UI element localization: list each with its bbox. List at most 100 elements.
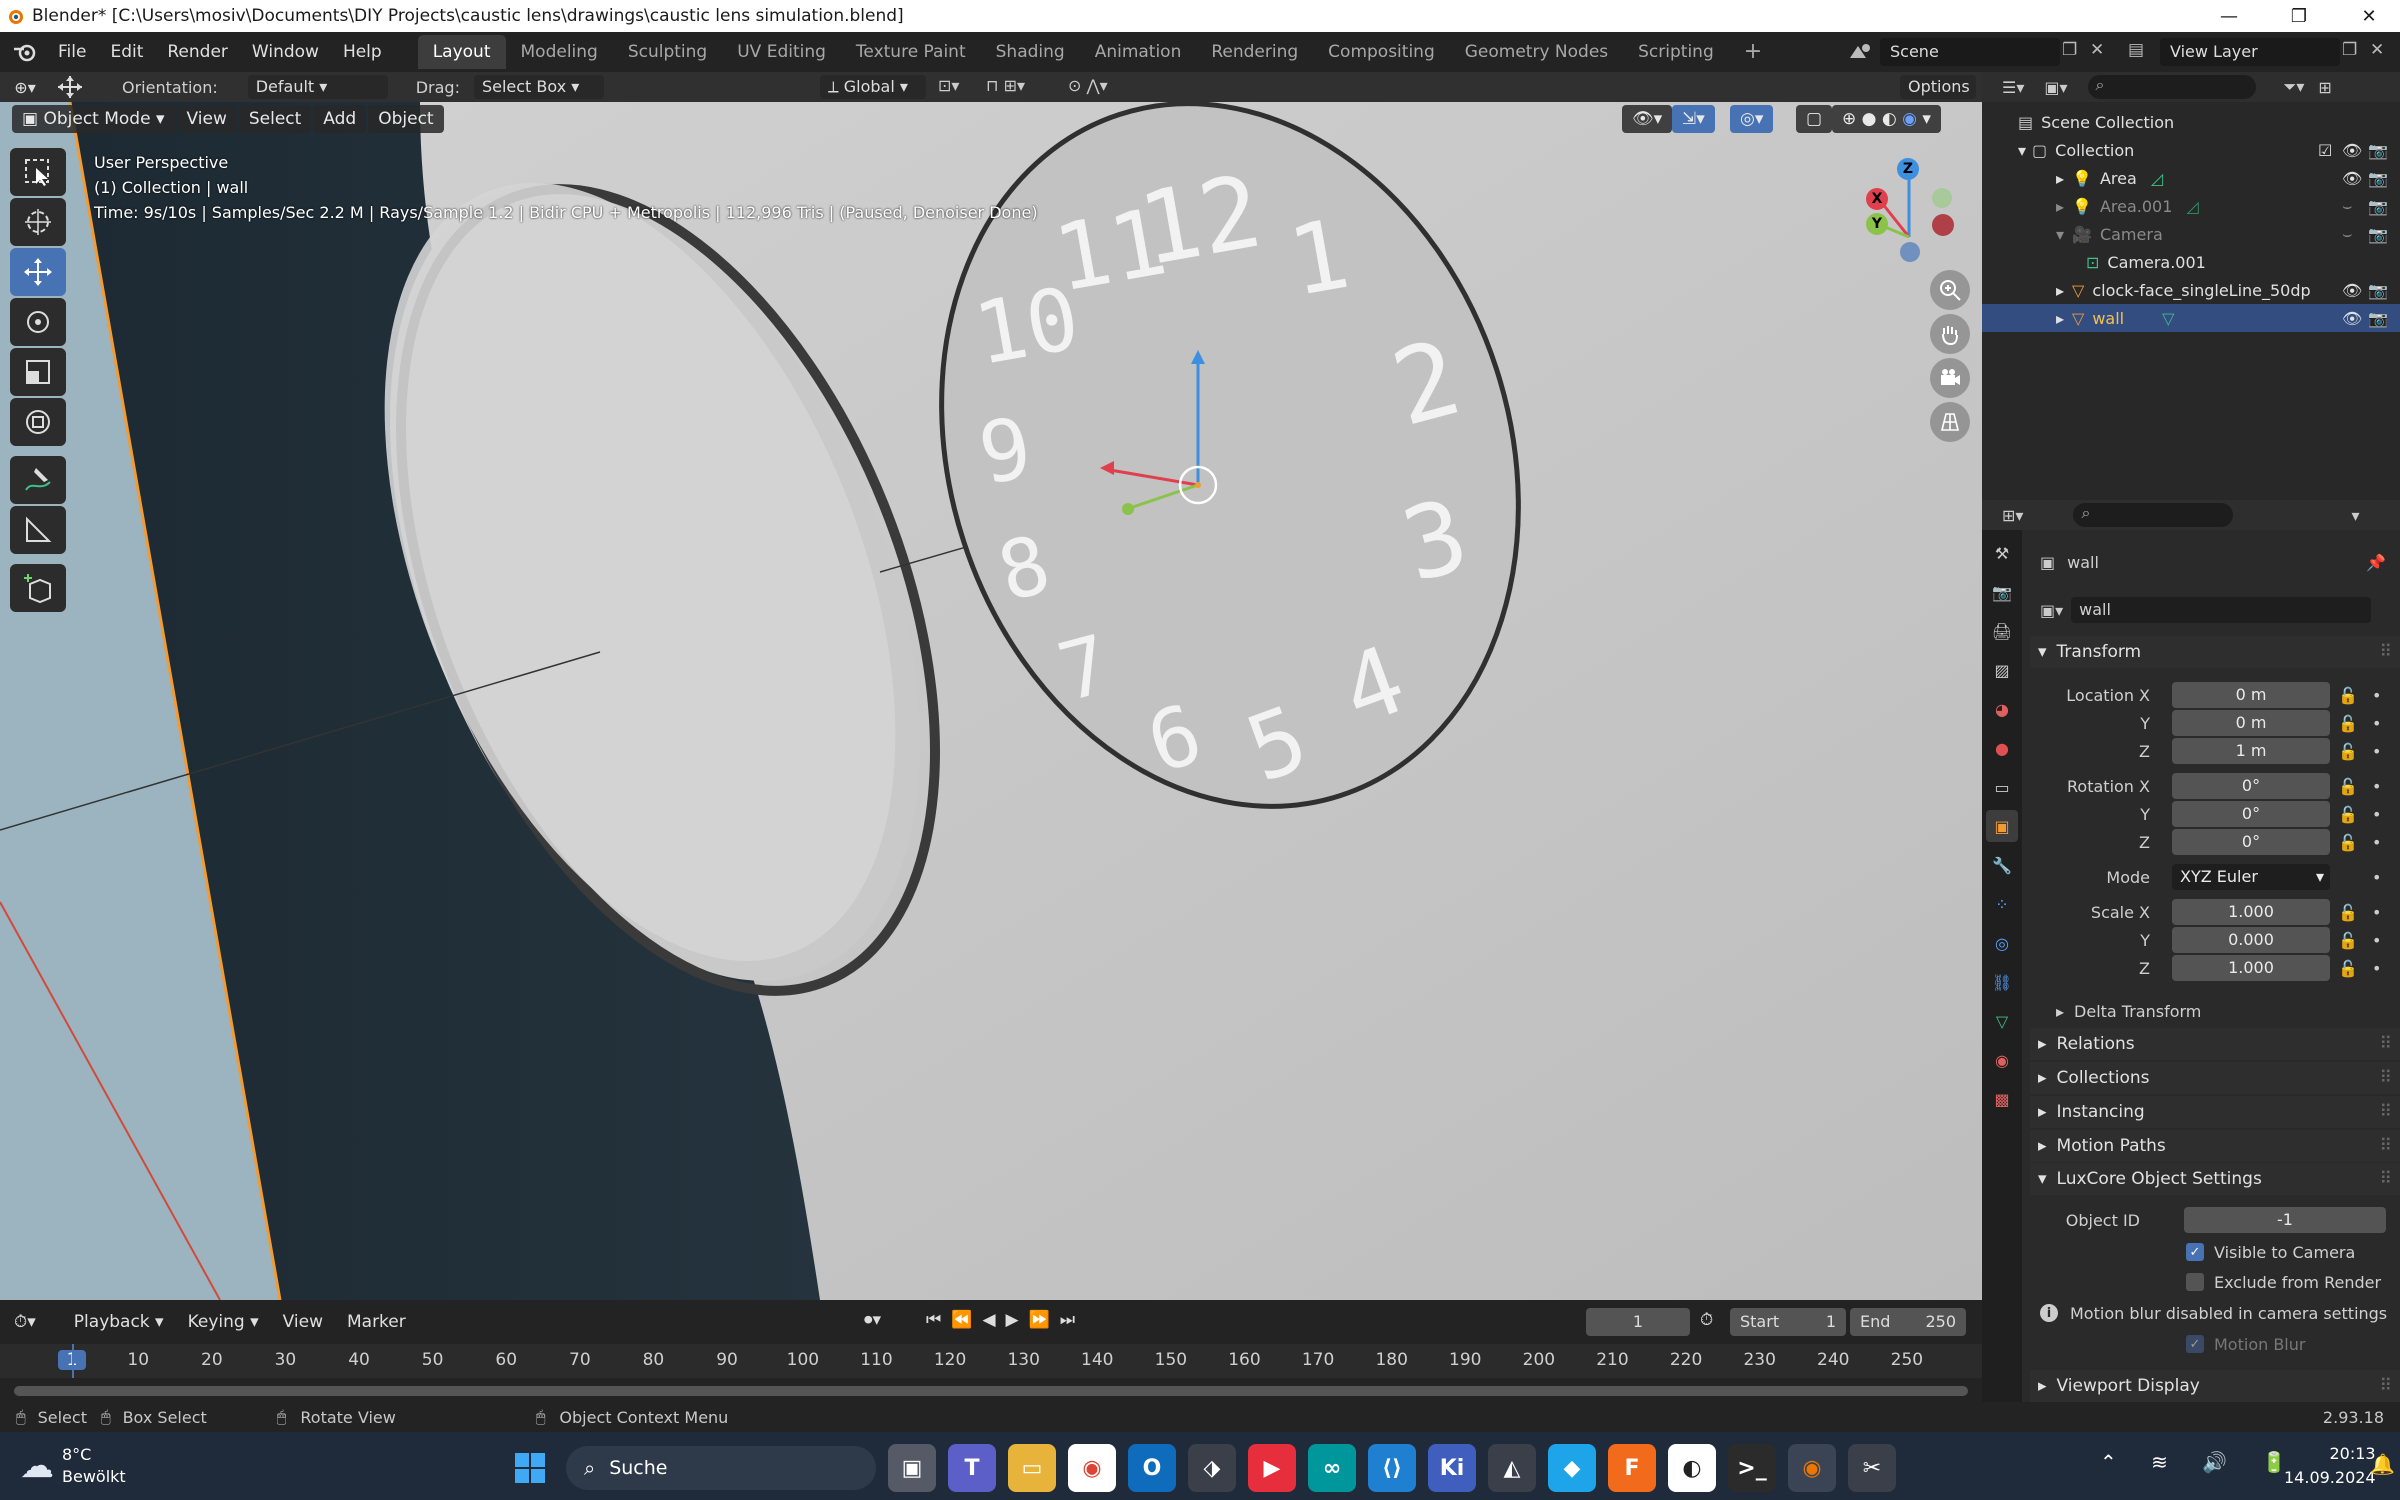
expand-arrow-icon[interactable]: ▾ — [2018, 141, 2026, 160]
camera-view-icon[interactable] — [1930, 358, 1970, 398]
gizmo-x-axis[interactable]: X — [1866, 188, 1888, 210]
delta-transform-subpanel[interactable]: ▸ Delta Transform — [2030, 997, 2400, 1025]
file-explorer-icon[interactable]: ▭ — [1008, 1444, 1056, 1492]
particles-tab-icon[interactable]: ⁘ — [1986, 888, 2018, 920]
timeline-scrollbar[interactable] — [14, 1386, 1968, 1396]
tab-layout[interactable]: Layout — [417, 35, 506, 69]
arduino-icon[interactable]: ∞ — [1308, 1444, 1356, 1492]
keyframe-dot-icon[interactable]: • — [2372, 805, 2381, 824]
scene-tab-icon[interactable]: ◕ — [1986, 693, 2018, 725]
collections-panel-header[interactable]: ▸ Collections ⠿ — [2030, 1062, 2400, 1094]
weather-widget[interactable]: ☁ 8°C Bewölkt — [20, 1444, 126, 1488]
perspective-grid-icon[interactable] — [1930, 402, 1970, 442]
select-box-tool[interactable] — [10, 148, 66, 196]
properties-search-input[interactable]: ⌕ — [2073, 503, 2234, 527]
keyframe-dot-icon[interactable]: • — [2372, 777, 2381, 796]
rotation-mode-dropdown[interactable]: XYZ Euler ▾ — [2172, 864, 2330, 890]
timeline-menu-view[interactable]: View — [271, 1312, 335, 1332]
lock-icon[interactable]: 🔓 — [2338, 903, 2358, 922]
material-tab-icon[interactable]: ◉ — [1986, 1044, 2018, 1076]
display-mode-icon[interactable]: ▣▾ — [2044, 78, 2067, 97]
lock-icon[interactable]: 🔓 — [2338, 742, 2358, 761]
shading-mode-buttons[interactable]: ⊕ ● ◐ ◉ ▾ — [1832, 105, 1941, 133]
drag-dropdown[interactable]: Select Box ▾ — [473, 75, 604, 99]
proportional-edit-icon[interactable]: ⊙ ⋀▾ — [1068, 76, 1108, 95]
outliner-search-input[interactable]: ⌕ — [2087, 75, 2256, 99]
object-browse-icon[interactable]: ▣▾ — [2040, 601, 2063, 620]
delete-scene-icon[interactable]: ✕ — [2090, 40, 2104, 60]
gizmo-neg-z[interactable] — [1900, 242, 1920, 262]
annotate-tool[interactable] — [10, 456, 66, 504]
tab-modeling[interactable]: Modeling — [506, 35, 613, 69]
timeline-menu-keying[interactable]: Keying ▾ — [176, 1312, 271, 1332]
gizmo-neg-x[interactable] — [1932, 214, 1954, 236]
tab-animation[interactable]: Animation — [1080, 35, 1197, 69]
windows-start-icon[interactable] — [506, 1444, 554, 1492]
vscode-icon[interactable]: ⟨⟩ — [1368, 1444, 1416, 1492]
hidden-eye-icon[interactable]: ⌣ — [2342, 196, 2353, 216]
blender-menu-icon[interactable] — [12, 41, 38, 63]
keyframe-dot-icon[interactable]: • — [2372, 959, 2381, 978]
motion-paths-panel-header[interactable]: ▸ Motion Paths ⠿ — [2030, 1130, 2400, 1162]
render-camera-icon[interactable]: 📷 — [2368, 197, 2388, 216]
drag-grip-icon[interactable]: ⠿ — [2380, 1136, 2392, 1156]
menu-window[interactable]: Window — [240, 42, 331, 62]
rotation-y-field[interactable]: 0° — [2172, 801, 2330, 827]
outliner-row-camera[interactable]: ▾ 🎥 Camera ⌣ 📷 — [1982, 220, 2400, 248]
visibility-dropdown[interactable]: 👁▾ — [1622, 105, 1673, 133]
maximize-button[interactable]: ❐ — [2270, 0, 2328, 32]
instancing-panel-header[interactable]: ▸ Instancing ⠿ — [2030, 1096, 2400, 1128]
render-tab-icon[interactable]: 📷 — [1986, 576, 2018, 608]
outliner-row-collection[interactable]: ▾ ▢ Collection ☑ 👁 📷 — [1982, 136, 2400, 164]
snap-icon[interactable]: ⊓ ⊞▾ — [986, 76, 1025, 95]
drag-grip-icon[interactable]: ⠿ — [2380, 642, 2392, 662]
output-tab-icon[interactable]: 🖨 — [1986, 615, 2018, 647]
properties-options-icon[interactable]: ▾ — [2351, 506, 2359, 525]
location-z-field[interactable]: 1 m — [2172, 738, 2330, 764]
teams-icon[interactable]: T — [948, 1444, 996, 1492]
current-frame-field[interactable]: 1 — [1586, 1308, 1690, 1336]
location-x-field[interactable]: 0 m — [2172, 682, 2330, 708]
relations-panel-header[interactable]: ▸ Relations ⠿ — [2030, 1028, 2400, 1060]
add-workspace-button[interactable]: + — [1729, 35, 1777, 69]
outlook-icon[interactable]: O — [1128, 1444, 1176, 1492]
drag-grip-icon[interactable]: ⠿ — [2380, 1102, 2392, 1122]
pan-hand-icon[interactable] — [1930, 314, 1970, 354]
timeline-menu-marker[interactable]: Marker — [335, 1312, 418, 1332]
taskbar-search-box[interactable]: ⌕ Suche — [566, 1446, 876, 1490]
constraints-tab-icon[interactable]: ⛓ — [1986, 966, 2018, 998]
exclude-from-render-row[interactable]: Exclude from Render — [2030, 1268, 2400, 1296]
gizmo-neg-y[interactable] — [1932, 188, 1952, 208]
keyframe-dot-icon[interactable]: • — [2372, 903, 2381, 922]
new-collection-icon[interactable]: ⊞ — [2318, 78, 2331, 97]
clock[interactable]: 20:13 14.09.2024 — [2284, 1442, 2376, 1490]
pivot-point-icon[interactable]: ⊡▾ — [938, 76, 959, 95]
menu-render[interactable]: Render — [155, 42, 240, 62]
viewport-menu-view[interactable]: View — [176, 105, 237, 133]
exclude-from-render-checkbox[interactable] — [2186, 1273, 2204, 1291]
object-mode-dropdown[interactable]: ▣ Object Mode ▾ — [12, 105, 175, 133]
drag-grip-icon[interactable]: ⠿ — [2380, 1169, 2392, 1189]
gizmo-toggle[interactable]: ⇲▾ — [1672, 105, 1715, 133]
keyframe-dot-icon[interactable]: • — [2372, 833, 2381, 852]
viewport-menu-add[interactable]: Add — [313, 105, 367, 133]
visible-to-camera-checkbox[interactable]: ✓ — [2186, 1243, 2204, 1261]
gizmo-z-axis[interactable]: Z — [1897, 158, 1919, 180]
rotate-tool[interactable] — [10, 298, 66, 346]
move-tool[interactable] — [10, 248, 66, 296]
slicer-icon[interactable]: ◭ — [1488, 1444, 1536, 1492]
timeline-menu-playback[interactable]: Playback ▾ — [62, 1312, 176, 1332]
rotation-z-field[interactable]: 0° — [2172, 829, 2330, 855]
keyframe-dot-icon[interactable]: • — [2372, 742, 2381, 761]
menu-help[interactable]: Help — [331, 42, 394, 62]
lock-icon[interactable]: 🔓 — [2338, 959, 2358, 978]
world-tab-icon[interactable]: ● — [1986, 732, 2018, 764]
xray-toggle[interactable]: ▢ — [1796, 105, 1833, 133]
motion-blur-checkbox[interactable]: ✓ — [2186, 1335, 2204, 1353]
delete-view-layer-icon[interactable]: ✕ — [2370, 40, 2384, 60]
view-layer-icon[interactable]: ▤ — [2128, 40, 2144, 60]
measure-tool[interactable] — [10, 506, 66, 554]
keyframe-dot-icon[interactable]: • — [2372, 868, 2381, 887]
object-tab-icon[interactable]: ▣ — [1986, 810, 2018, 842]
transform-orientation-dropdown[interactable]: ⟂ Global ▾ — [820, 75, 926, 99]
